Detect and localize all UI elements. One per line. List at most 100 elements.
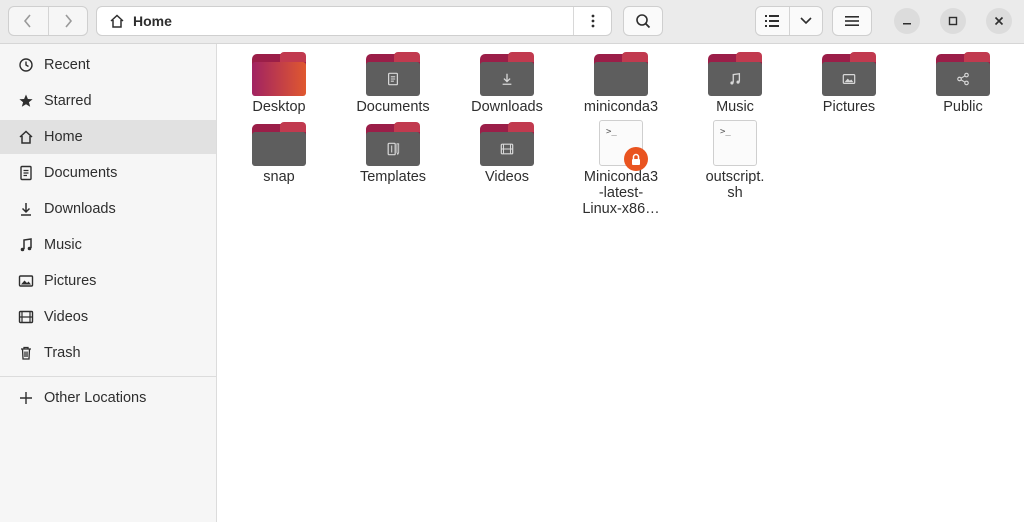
file-item-miniconda3[interactable]: miniconda3	[564, 52, 678, 115]
music-icon	[16, 235, 36, 255]
close-button[interactable]	[986, 8, 1012, 34]
file-label: Documents	[356, 99, 430, 115]
folder-icon	[366, 122, 420, 166]
file-item-templates[interactable]: Templates	[336, 122, 450, 185]
file-label: Templates	[359, 169, 427, 185]
file-label: outscript. sh	[705, 169, 765, 201]
file-item-miniconda-installer[interactable]: >_ Miniconda3 -latest- Linux-x86…	[564, 120, 678, 217]
search-button[interactable]	[623, 6, 663, 36]
folder-icon	[708, 52, 762, 96]
sidebar-item-starred[interactable]: Starred	[0, 84, 216, 118]
forward-button[interactable]	[47, 7, 87, 35]
lock-icon	[624, 147, 648, 171]
sidebar-divider	[0, 376, 216, 377]
chevron-left-icon	[24, 14, 32, 28]
file-item-documents[interactable]: Documents	[336, 52, 450, 115]
download-icon	[502, 73, 512, 85]
file-label: Public	[943, 99, 983, 115]
folder-icon	[366, 52, 420, 96]
file-item-desktop[interactable]: Desktop	[222, 52, 336, 115]
sidebar-item-label: Pictures	[44, 273, 97, 289]
sidebar-item-music[interactable]: Music	[0, 228, 216, 262]
file-label: Videos	[484, 169, 530, 185]
sidebar-item-recent[interactable]: Recent	[0, 48, 216, 82]
folder-icon	[252, 122, 306, 166]
back-button[interactable]	[9, 7, 48, 35]
list-view-button[interactable]	[756, 7, 789, 35]
file-item-music[interactable]: Music	[678, 52, 792, 115]
script-file-icon: >_	[713, 120, 757, 166]
file-label: Miniconda3 -latest- Linux-x86…	[582, 169, 660, 217]
view-options-button[interactable]	[788, 7, 822, 35]
navigation-buttons	[8, 6, 88, 36]
file-item-snap[interactable]: snap	[222, 122, 336, 185]
minimize-button[interactable]	[894, 8, 920, 34]
file-item-outscript[interactable]: >_ outscript. sh	[678, 120, 792, 201]
share-icon	[957, 72, 969, 86]
sidebar-item-label: Documents	[44, 165, 118, 181]
sidebar-item-label: Videos	[44, 309, 89, 325]
terminal-prompt-glyph: >_	[606, 127, 617, 137]
sidebar-item-label: Trash	[44, 345, 81, 361]
folder-icon	[480, 52, 534, 96]
sidebar: Recent Starred Home Documents Downloads …	[0, 44, 217, 522]
path-bar[interactable]: Home	[96, 6, 612, 36]
picture-icon	[842, 74, 856, 84]
folder-icon	[822, 52, 876, 96]
file-label: miniconda3	[583, 99, 659, 115]
file-item-pictures[interactable]: Pictures	[792, 52, 906, 115]
file-label: snap	[263, 169, 295, 185]
sidebar-item-documents[interactable]: Documents	[0, 156, 216, 190]
path-home-button[interactable]: Home	[97, 7, 573, 35]
star-icon	[16, 91, 36, 111]
search-icon	[636, 14, 651, 29]
file-grid: Desktop Documents Downloads miniconda3 M…	[218, 44, 1024, 522]
main-menu-button[interactable]	[832, 6, 872, 36]
chevron-right-icon	[65, 14, 73, 28]
vertical-dots-icon	[591, 14, 594, 28]
list-view-icon	[765, 15, 780, 27]
path-label: Home	[133, 13, 172, 29]
video-icon	[500, 143, 514, 155]
maximize-icon	[948, 16, 958, 26]
file-label: Pictures	[822, 99, 876, 115]
sidebar-item-label: Home	[44, 129, 83, 145]
sidebar-item-downloads[interactable]: Downloads	[0, 192, 216, 226]
hamburger-menu-icon	[845, 16, 859, 26]
sidebar-item-trash[interactable]: Trash	[0, 336, 216, 370]
sidebar-item-label: Recent	[44, 57, 90, 73]
folder-icon	[936, 52, 990, 96]
file-item-public[interactable]: Public	[906, 52, 1020, 115]
path-options-button[interactable]	[573, 7, 611, 35]
music-icon	[730, 72, 741, 85]
download-icon	[16, 199, 36, 219]
script-file-icon: >_	[599, 120, 648, 171]
document-icon	[388, 72, 398, 86]
file-label: Downloads	[471, 99, 543, 115]
document-icon	[16, 163, 36, 183]
home-icon	[110, 14, 124, 28]
view-switcher	[755, 6, 823, 36]
maximize-button[interactable]	[940, 8, 966, 34]
file-item-videos[interactable]: Videos	[450, 122, 564, 185]
sidebar-item-pictures[interactable]: Pictures	[0, 264, 216, 298]
minimize-icon	[903, 23, 911, 25]
folder-icon	[252, 52, 306, 96]
folder-icon	[480, 122, 534, 166]
sidebar-item-label: Other Locations	[44, 390, 147, 406]
picture-icon	[16, 271, 36, 291]
sidebar-item-label: Music	[44, 237, 82, 253]
sidebar-item-other-locations[interactable]: Other Locations	[0, 381, 216, 415]
sidebar-item-home[interactable]: Home	[0, 120, 216, 154]
terminal-prompt-glyph: >_	[720, 127, 731, 137]
folder-icon	[594, 52, 648, 96]
chevron-down-icon	[800, 17, 812, 25]
close-icon	[994, 16, 1004, 26]
home-icon	[16, 127, 36, 147]
sidebar-item-videos[interactable]: Videos	[0, 300, 216, 334]
file-item-downloads[interactable]: Downloads	[450, 52, 564, 115]
plus-icon	[16, 388, 36, 408]
file-label: Music	[716, 99, 754, 115]
file-label: Desktop	[252, 99, 306, 115]
sidebar-item-label: Downloads	[44, 201, 116, 217]
